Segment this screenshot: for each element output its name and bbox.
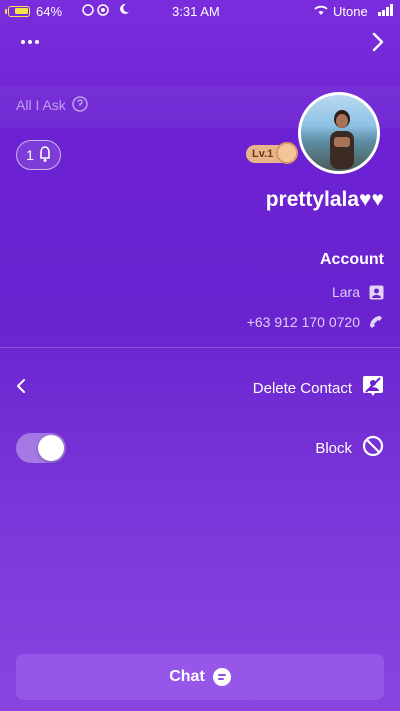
notification-pill[interactable]: 1 bbox=[16, 140, 61, 170]
medal-icon bbox=[276, 142, 298, 164]
account-title: Account bbox=[320, 251, 384, 268]
alarm-icon bbox=[82, 3, 112, 20]
chevron-left-icon bbox=[16, 378, 26, 399]
account-name-row: Lara bbox=[332, 284, 384, 300]
account-name: Lara bbox=[331, 284, 360, 300]
block-label: Block bbox=[315, 439, 352, 457]
phone-number: +63 912 170 0720 bbox=[246, 314, 360, 330]
username: prettylala♥♥ bbox=[265, 188, 384, 211]
level-badge: Lv.1 bbox=[246, 142, 298, 164]
back-button[interactable] bbox=[366, 30, 390, 54]
bell-count: 1 bbox=[26, 147, 34, 163]
level-label: Lv.1 bbox=[252, 148, 274, 160]
chevron-right-icon bbox=[372, 32, 384, 52]
ask-link[interactable]: All I Ask bbox=[16, 94, 88, 116]
battery-icon bbox=[5, 6, 30, 17]
chat-label: Chat bbox=[169, 668, 205, 685]
block-row: Block bbox=[0, 426, 400, 470]
delete-contact-row[interactable]: Delete Contact bbox=[0, 366, 400, 410]
bell-icon bbox=[39, 145, 51, 166]
block-icon bbox=[362, 435, 384, 461]
more-options-button[interactable] bbox=[16, 32, 44, 52]
profile-photo bbox=[330, 110, 354, 169]
ellipsis-icon bbox=[21, 40, 39, 44]
ask-label: All I Ask bbox=[16, 97, 66, 113]
divider bbox=[0, 347, 400, 348]
chat-icon bbox=[212, 668, 231, 686]
delete-contact-label: Delete Contact bbox=[252, 379, 352, 397]
phone-row[interactable]: +63 912 170 0720 bbox=[247, 314, 384, 330]
phone-icon bbox=[368, 314, 384, 330]
question-icon bbox=[72, 95, 88, 115]
moon-icon bbox=[118, 3, 130, 18]
carrier-name: Utone bbox=[333, 4, 368, 19]
signal-icon bbox=[378, 4, 394, 19]
block-toggle[interactable] bbox=[16, 433, 66, 463]
status-bar: 64% 3:31 AM Utone bbox=[0, 0, 400, 24]
avatar[interactable] bbox=[298, 92, 380, 174]
toggle-knob bbox=[38, 435, 64, 461]
battery-percent: 64% bbox=[36, 4, 63, 19]
wifi-icon bbox=[313, 4, 329, 19]
clock-time: 3:31 AM bbox=[172, 4, 220, 19]
chat-button[interactable]: Chat bbox=[16, 654, 384, 700]
contact-card-icon bbox=[368, 284, 384, 300]
delete-contact-icon bbox=[362, 375, 384, 401]
